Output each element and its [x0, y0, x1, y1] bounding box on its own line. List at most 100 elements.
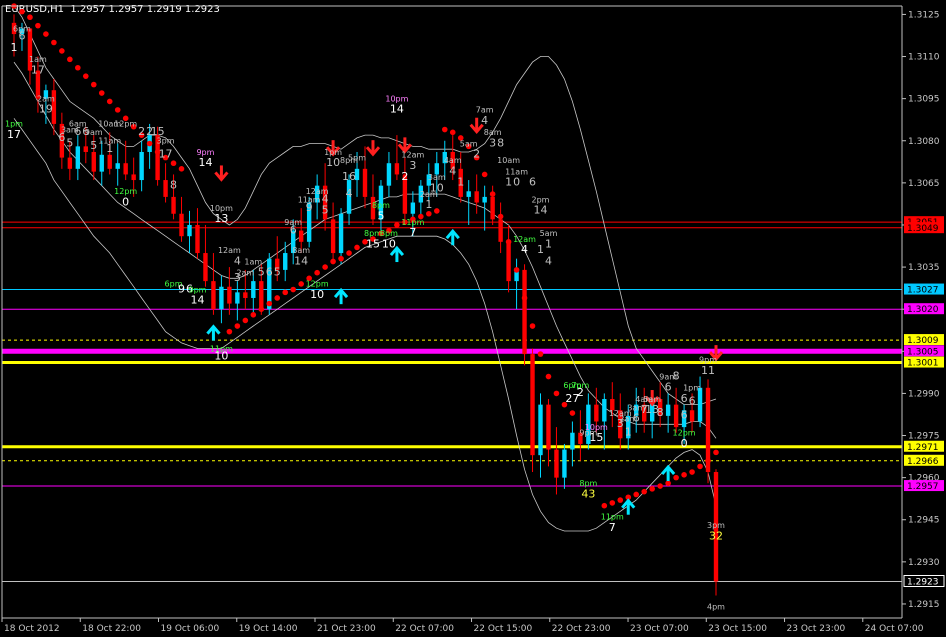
up-arrow-icon [206, 324, 221, 341]
candle-annotation: 6 [18, 30, 25, 43]
candle-body [498, 219, 503, 242]
candle-annotation: 17 [159, 148, 173, 161]
candle-annotation: 4 [521, 243, 528, 256]
sar-dot [673, 474, 679, 481]
price-box: 1.3009 [904, 334, 944, 346]
candle-annotation: 5 [377, 209, 384, 222]
candle-annotation: 6 [266, 266, 273, 279]
candle-annotation: 6 [529, 176, 536, 189]
sar-dot [59, 48, 65, 54]
sar-dot [98, 90, 105, 96]
candle-annotation: 2 [473, 148, 480, 161]
candle-annotation: 1 [425, 198, 432, 211]
candle-body [283, 253, 288, 270]
sar-dot [250, 312, 257, 318]
price-box-label: 1.3005 [907, 347, 939, 357]
bollinger-bands [13, 5, 717, 532]
sar-dot [146, 140, 153, 147]
candle-annotation: 3 [234, 271, 241, 284]
price-box: 1.3027 [904, 283, 944, 296]
candle-annotation: 43 [581, 487, 595, 500]
sar-dot [314, 269, 320, 276]
sar-dot [521, 295, 528, 301]
candle-body [259, 281, 264, 310]
sar-dot [354, 244, 360, 251]
price-box: 1.2971 [904, 440, 944, 453]
candle-annotation: 6 [689, 395, 696, 408]
candle-body [362, 168, 368, 197]
sar-dot [258, 306, 265, 312]
y-tick-label: 1.3035 [908, 263, 940, 273]
candle-annotation: 0 [681, 437, 688, 450]
price-box-label: 1.3001 [907, 359, 939, 369]
candle-body [466, 191, 471, 197]
price-box-label: 1.2971 [907, 443, 939, 453]
y-tick-label: 1.2915 [908, 600, 940, 610]
sar-dot [633, 491, 640, 498]
candle-annotation: 6 [74, 125, 81, 138]
candle-annotation: 4 [346, 187, 353, 200]
candle-body [251, 281, 256, 298]
up-arrow-icon [333, 287, 349, 305]
candle-body [139, 151, 144, 181]
sar-dot [601, 502, 608, 509]
candle-annotation: 7 [609, 521, 616, 534]
sar-dot [170, 160, 177, 167]
sar-dots [11, 3, 719, 509]
down-arrow-icon [365, 140, 381, 157]
x-tick-label: 23 Oct 23:00 [787, 624, 846, 634]
candle-annotation: 6 [681, 409, 688, 422]
sar-dot [529, 323, 536, 329]
candle-annotation: 11 [701, 364, 715, 377]
y-tick-label: 1.3065 [908, 179, 940, 189]
current-price-label: 1.2923 [907, 578, 939, 588]
sar-dot [617, 497, 624, 503]
sar-dot [178, 166, 185, 172]
candle-annotation: 8 [497, 136, 504, 149]
sar-dot [75, 64, 81, 71]
sar-dot [433, 208, 440, 214]
candle-annotation: 6 [58, 131, 65, 144]
sar-dot [649, 486, 655, 492]
candle-annotation: 6 [633, 411, 640, 424]
sar-dot [114, 107, 121, 113]
sar-dot [274, 295, 281, 301]
current-price-box: 1.2923 [903, 575, 945, 588]
candle-annotation: 8 [170, 178, 177, 191]
candle-body [546, 404, 551, 450]
candle-annotation: 5 [66, 136, 73, 149]
sar-dot [51, 39, 57, 46]
sar-dot [513, 267, 520, 273]
candle-body [506, 241, 511, 282]
price-chart[interactable]: 6pm611am172am191pm176am3am6 66 59am10am12p… [0, 0, 946, 637]
candle-annotation: 7 [409, 226, 416, 239]
price-box: 1.2966 [904, 454, 944, 467]
candle-body [673, 404, 679, 428]
candle-annotation: 3 [489, 136, 496, 149]
y-tick-label: 1.3110 [908, 53, 940, 63]
candle-body [91, 151, 96, 172]
x-tick-label: 21 Oct 23:00 [317, 624, 376, 634]
sar-dot [641, 488, 648, 495]
y-tick-label: 1.3080 [908, 137, 940, 147]
sar-dot [242, 317, 249, 324]
horizontal-levels [2, 221, 902, 583]
candle-annotation: 2 [577, 386, 584, 399]
sar-dot [35, 22, 41, 29]
price-box-label: 1.3027 [907, 286, 939, 296]
candle-annotation: 2 [138, 125, 145, 138]
sar-dot [537, 351, 544, 357]
candle-annotation: 14 [294, 254, 308, 267]
sar-dot [449, 129, 456, 136]
candle-body [83, 146, 88, 152]
candle-annotation: 5 [274, 266, 281, 279]
axes: 1.31251.31101.30951.30801.30651.30501.30… [1, 5, 940, 634]
candle-body [131, 174, 136, 181]
candle-annotation: 5 [322, 204, 329, 217]
sar-dot [234, 323, 241, 329]
sar-dot [346, 250, 352, 256]
candle-annotation: 3pm [157, 137, 175, 146]
price-box: 1.2957 [904, 480, 944, 492]
y-tick-label: 1.2990 [908, 389, 940, 399]
candle-annotation: 0 [513, 176, 520, 189]
